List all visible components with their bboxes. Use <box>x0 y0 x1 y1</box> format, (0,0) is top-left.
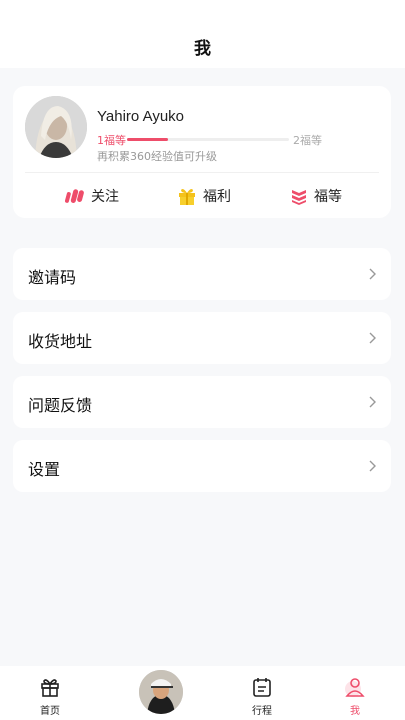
layers-icon <box>292 190 306 205</box>
profile-card[interactable]: Yahiro Ayuko 1福等 2福等 再积累360经验值可升级 关注 福利 <box>13 86 391 218</box>
tab-itinerary[interactable]: 行程 <box>232 666 292 720</box>
upgrade-hint: 再积累360经验值可升级 <box>97 150 217 163</box>
follow-icon <box>65 189 84 203</box>
header-bar: 我 <box>0 0 405 68</box>
menu-shipping-address[interactable]: 收货地址 <box>13 312 391 364</box>
tab-label: 首页 <box>40 706 60 717</box>
divider <box>25 172 379 173</box>
chevron-right-icon <box>369 268 376 280</box>
shortcut-label: 关注 <box>91 189 119 205</box>
chevron-right-icon <box>369 460 376 472</box>
menu-label: 邀请码 <box>28 268 77 287</box>
tab-me[interactable]: 我 <box>325 666 385 720</box>
tab-label: 行程 <box>252 706 272 717</box>
shortcut-label: 福利 <box>203 189 231 205</box>
user-name: Yahiro Ayuko <box>97 108 185 125</box>
tab-bar: 首页 行程 我 <box>0 666 405 720</box>
level-next: 2福等 <box>293 134 322 147</box>
gift-icon <box>179 189 195 205</box>
menu-label: 收货地址 <box>28 332 93 351</box>
menu-label: 设置 <box>28 460 61 479</box>
menu-invite-code[interactable]: 邀请码 <box>13 248 391 300</box>
tab-home[interactable]: 首页 <box>20 666 80 720</box>
center-avatar[interactable] <box>139 670 183 714</box>
shortcut-level[interactable]: 福等 <box>290 184 342 208</box>
user-icon <box>345 678 365 697</box>
level-track <box>127 138 289 141</box>
avatar[interactable] <box>25 96 87 158</box>
level-fill <box>127 138 168 141</box>
menu-feedback[interactable]: 问题反馈 <box>13 376 391 428</box>
tab-label: 我 <box>350 706 360 717</box>
level-current: 1福等 <box>97 134 126 147</box>
chevron-right-icon <box>369 396 376 408</box>
menu-label: 问题反馈 <box>28 396 93 415</box>
shortcut-follow[interactable]: 关注 <box>65 184 119 208</box>
chevron-right-icon <box>369 332 376 344</box>
shortcut-label: 福等 <box>314 189 342 205</box>
menu-settings[interactable]: 设置 <box>13 440 391 492</box>
level-progress: 1福等 2福等 <box>97 132 327 148</box>
calendar-icon <box>253 678 271 697</box>
page-title: 我 <box>194 39 211 59</box>
gift-outline-icon <box>41 679 59 697</box>
shortcut-welfare[interactable]: 福利 <box>177 184 231 208</box>
